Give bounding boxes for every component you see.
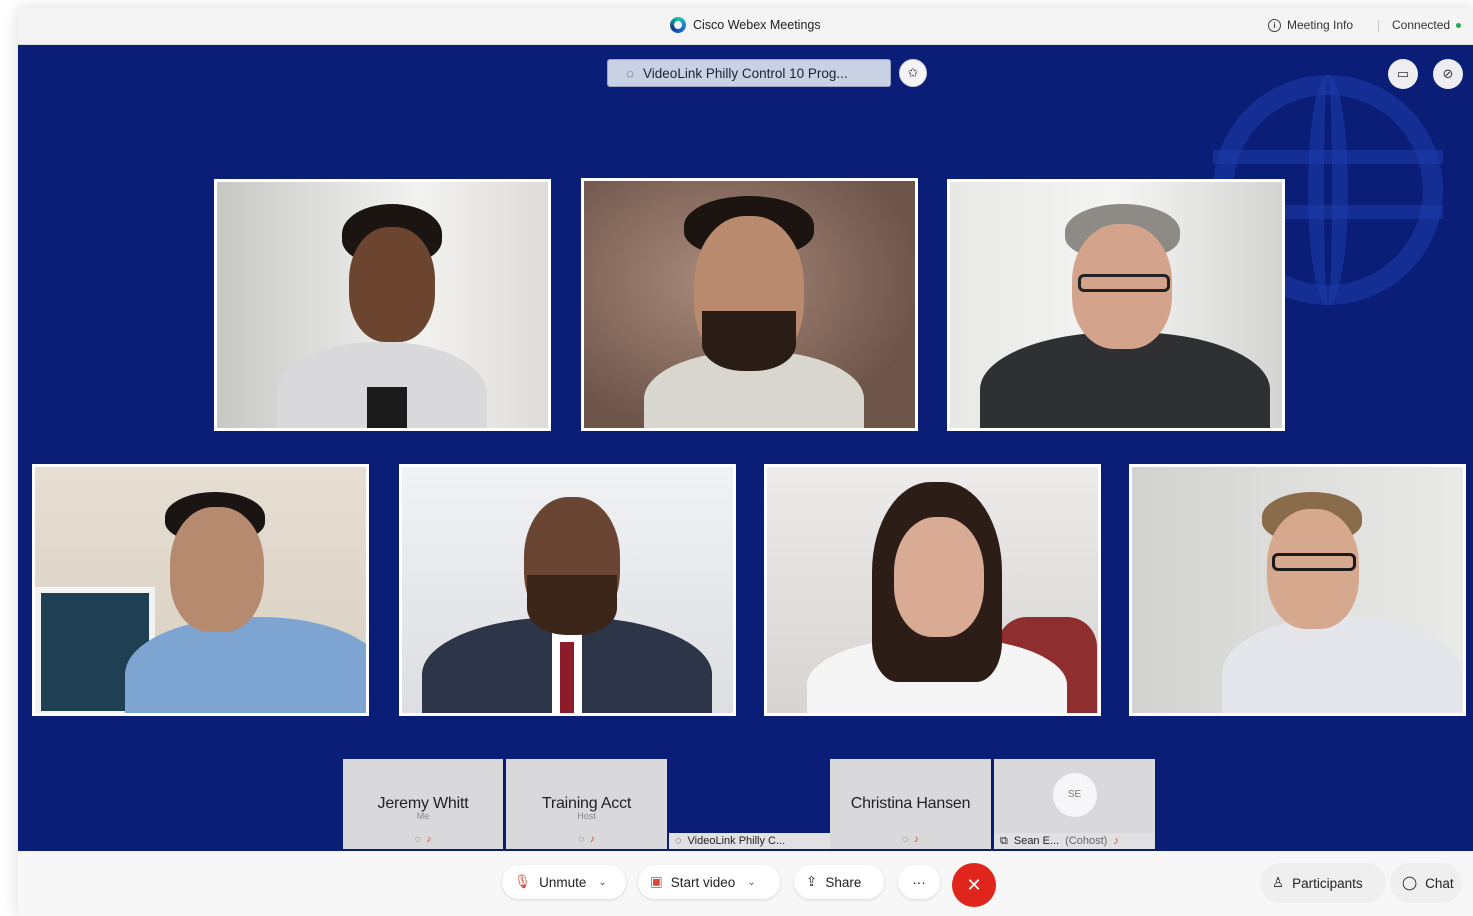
participant-beard: [527, 575, 617, 635]
connection-status: Connected: [1392, 18, 1462, 32]
end-meeting-button[interactable]: ✕: [952, 863, 996, 907]
title-bar: Cisco Webex Meetings i Meeting Info Conn…: [18, 8, 1473, 45]
pin-icon: ✩: [907, 65, 919, 80]
popout-icon: ⊘: [1442, 66, 1454, 81]
app-title-text: Cisco Webex Meetings: [693, 18, 821, 32]
share-screen-icon: ⧉: [1000, 834, 1008, 847]
chat-icon: ◯: [1402, 875, 1418, 890]
avatar: SE: [1052, 773, 1097, 817]
participant-name: Christina Hansen: [850, 795, 971, 812]
share-label: Share: [825, 874, 862, 890]
connected-dot-icon: [1456, 22, 1462, 28]
pin-button[interactable]: ✩: [899, 59, 927, 87]
chevron-down-icon[interactable]: ⌄: [598, 877, 606, 888]
control-bar: 🎙 Unmute ⌄ ▣ Start video ⌄ ⇪ Share ··· ✕…: [18, 851, 1473, 916]
muted-mic-icon: ♪: [589, 834, 595, 845]
strip-label: Sean E...: [1013, 835, 1060, 847]
close-icon: ✕: [966, 874, 982, 895]
strip-role: (Cohost): [1065, 835, 1108, 847]
participant-body: [125, 617, 366, 713]
unmute-button[interactable]: 🎙 Unmute ⌄: [502, 865, 626, 899]
participants-label: Participants: [1292, 875, 1363, 891]
more-options-button[interactable]: ···: [898, 865, 940, 899]
device-pill-label: VideoLink Philly Control 10 Prog...: [643, 65, 848, 81]
thumb-status-icons: ◌ ♪: [830, 834, 991, 845]
proximity-icon: ◌: [578, 834, 585, 845]
participant-thumb-3[interactable]: Christina Hansen ◌ ♪: [830, 759, 991, 849]
video-off-icon: ▣: [650, 874, 663, 889]
layout-button[interactable]: ▭: [1388, 59, 1418, 89]
participant-face: [349, 227, 435, 342]
glasses-icon: [1272, 553, 1356, 571]
video-tile-6[interactable]: [764, 464, 1101, 716]
video-tile-5[interactable]: [399, 464, 736, 716]
popout-button[interactable]: ⊘: [1433, 59, 1463, 89]
video-stage: ◌ VideoLink Philly Control 10 Prog... ✩ …: [18, 45, 1473, 851]
proximity-icon: ◌: [902, 834, 909, 845]
muted-mic-icon: ♪: [913, 834, 919, 845]
participant-body: [1222, 617, 1462, 713]
layout-icon: ▭: [1396, 66, 1410, 81]
participant-thumb-2[interactable]: Training Acct Host ◌ ♪: [506, 759, 667, 849]
unmute-label: Unmute: [539, 874, 587, 890]
participant-face: [170, 507, 264, 632]
chevron-down-icon[interactable]: ⌄: [747, 877, 755, 888]
participant-role: Host: [577, 811, 596, 821]
glasses-icon: [1078, 274, 1170, 292]
chat-label: Chat: [1425, 875, 1454, 891]
share-icon: ⇪: [806, 874, 818, 889]
chat-button[interactable]: ◯ Chat: [1390, 863, 1462, 903]
strip-label: VideoLink Philly C...: [687, 835, 786, 847]
thumb-status-icons: ◌ ♪: [506, 834, 667, 845]
muted-mic-icon: ♪: [1113, 835, 1119, 847]
video-tile-1[interactable]: [214, 179, 551, 431]
webex-window: Cisco Webex Meetings i Meeting Info Conn…: [18, 8, 1473, 916]
participant-shirt: [367, 387, 407, 428]
video-tile-2[interactable]: [581, 178, 918, 431]
proximity-icon: ◌: [414, 834, 421, 845]
start-video-button[interactable]: ▣ Start video ⌄: [638, 865, 780, 899]
participant-face: [894, 517, 984, 637]
title-separator: [1378, 20, 1379, 32]
start-video-label: Start video: [670, 874, 736, 890]
video-tile-7[interactable]: [1129, 464, 1466, 716]
person-icon: ♙: [1272, 875, 1285, 890]
participant-role: Me: [416, 811, 430, 821]
info-icon: i: [1268, 18, 1281, 32]
participant-thumb-1[interactable]: Jeremy Whitt Me ◌ ♪: [343, 759, 503, 849]
app-title: Cisco Webex Meetings: [670, 17, 821, 33]
participants-button[interactable]: ♙ Participants: [1260, 863, 1386, 903]
proximity-icon: ◌: [675, 835, 682, 847]
more-icon: ···: [912, 874, 926, 890]
connection-status-text: Connected: [1392, 18, 1451, 32]
meeting-info-label: Meeting Info: [1287, 18, 1354, 32]
video-tile-4[interactable]: [32, 464, 369, 716]
participant-tie: [560, 642, 574, 713]
muted-mic-icon: 🎙: [514, 874, 532, 889]
participant-beard: [702, 311, 796, 371]
webex-logo-icon: [670, 17, 686, 33]
muted-mic-icon: ♪: [426, 834, 432, 845]
thumb-status-icons: ◌ ♪: [343, 834, 503, 845]
device-connection-pill[interactable]: ◌ VideoLink Philly Control 10 Prog...: [607, 59, 891, 87]
participant-strip-device[interactable]: ◌ VideoLink Philly C...: [669, 833, 830, 849]
video-tile-3[interactable]: [947, 179, 1285, 431]
participant-strip-cohost[interactable]: ⧉ Sean E... (Cohost) ♪: [994, 833, 1155, 849]
meeting-info-button[interactable]: i Meeting Info: [1268, 18, 1353, 32]
proximity-icon: ◌: [626, 65, 635, 81]
share-button[interactable]: ⇪ Share: [794, 865, 884, 899]
